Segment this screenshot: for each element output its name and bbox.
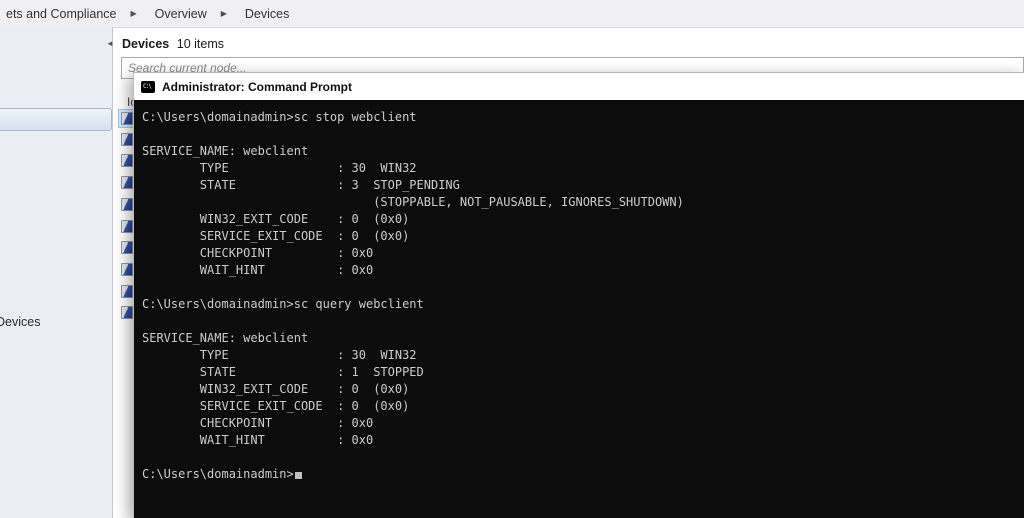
device-icon	[121, 306, 133, 319]
device-icon	[121, 198, 133, 211]
breadcrumb-item-overview[interactable]: Overview	[151, 7, 211, 21]
cmd-window-title: Administrator: Command Prompt	[162, 79, 353, 94]
device-icon	[121, 241, 133, 254]
sidebar-item-devices[interactable]: Devices	[0, 315, 40, 329]
breadcrumb-separator-icon: ▶	[130, 9, 137, 18]
device-icon	[121, 112, 133, 125]
breadcrumb: ets and Compliance ▶ Overview ▶ Devices	[0, 0, 1024, 28]
console-output: C:\Users\domainadmin>sc stop webclient S…	[134, 100, 1024, 483]
page-title: Devices 10 items	[122, 37, 224, 51]
device-icon	[121, 133, 133, 146]
device-icon	[121, 263, 133, 276]
navigation-pane: Devices	[0, 27, 113, 518]
breadcrumb-item-devices[interactable]: Devices	[241, 7, 293, 21]
cmd-titlebar[interactable]: C:\ Administrator: Command Prompt	[134, 73, 1024, 100]
nav-selected-item[interactable]	[0, 108, 112, 131]
cmd-icon: C:\	[141, 80, 155, 93]
device-icon	[121, 154, 133, 167]
app-window: ets and Compliance ▶ Overview ▶ Devices …	[0, 0, 1024, 518]
device-icon	[121, 285, 133, 298]
chevron-left-icon: ◄	[106, 39, 114, 48]
page-title-node: Devices	[122, 37, 170, 51]
console-text: C:\Users\domainadmin>sc stop webclient S…	[142, 110, 684, 481]
page-title-count: 10 items	[176, 37, 224, 51]
breadcrumb-separator-icon: ▶	[220, 9, 227, 18]
console-area[interactable]: C:\Users\domainadmin>sc stop webclient S…	[134, 100, 1024, 518]
collapse-pane-button[interactable]: ◄	[104, 38, 116, 50]
command-prompt-window: C:\ Administrator: Command Prompt C:\Use…	[133, 72, 1024, 518]
breadcrumb-item-assets-and-compliance[interactable]: ets and Compliance	[2, 7, 120, 21]
device-icon	[121, 220, 133, 233]
console-cursor	[294, 472, 302, 479]
device-icon	[121, 176, 133, 189]
